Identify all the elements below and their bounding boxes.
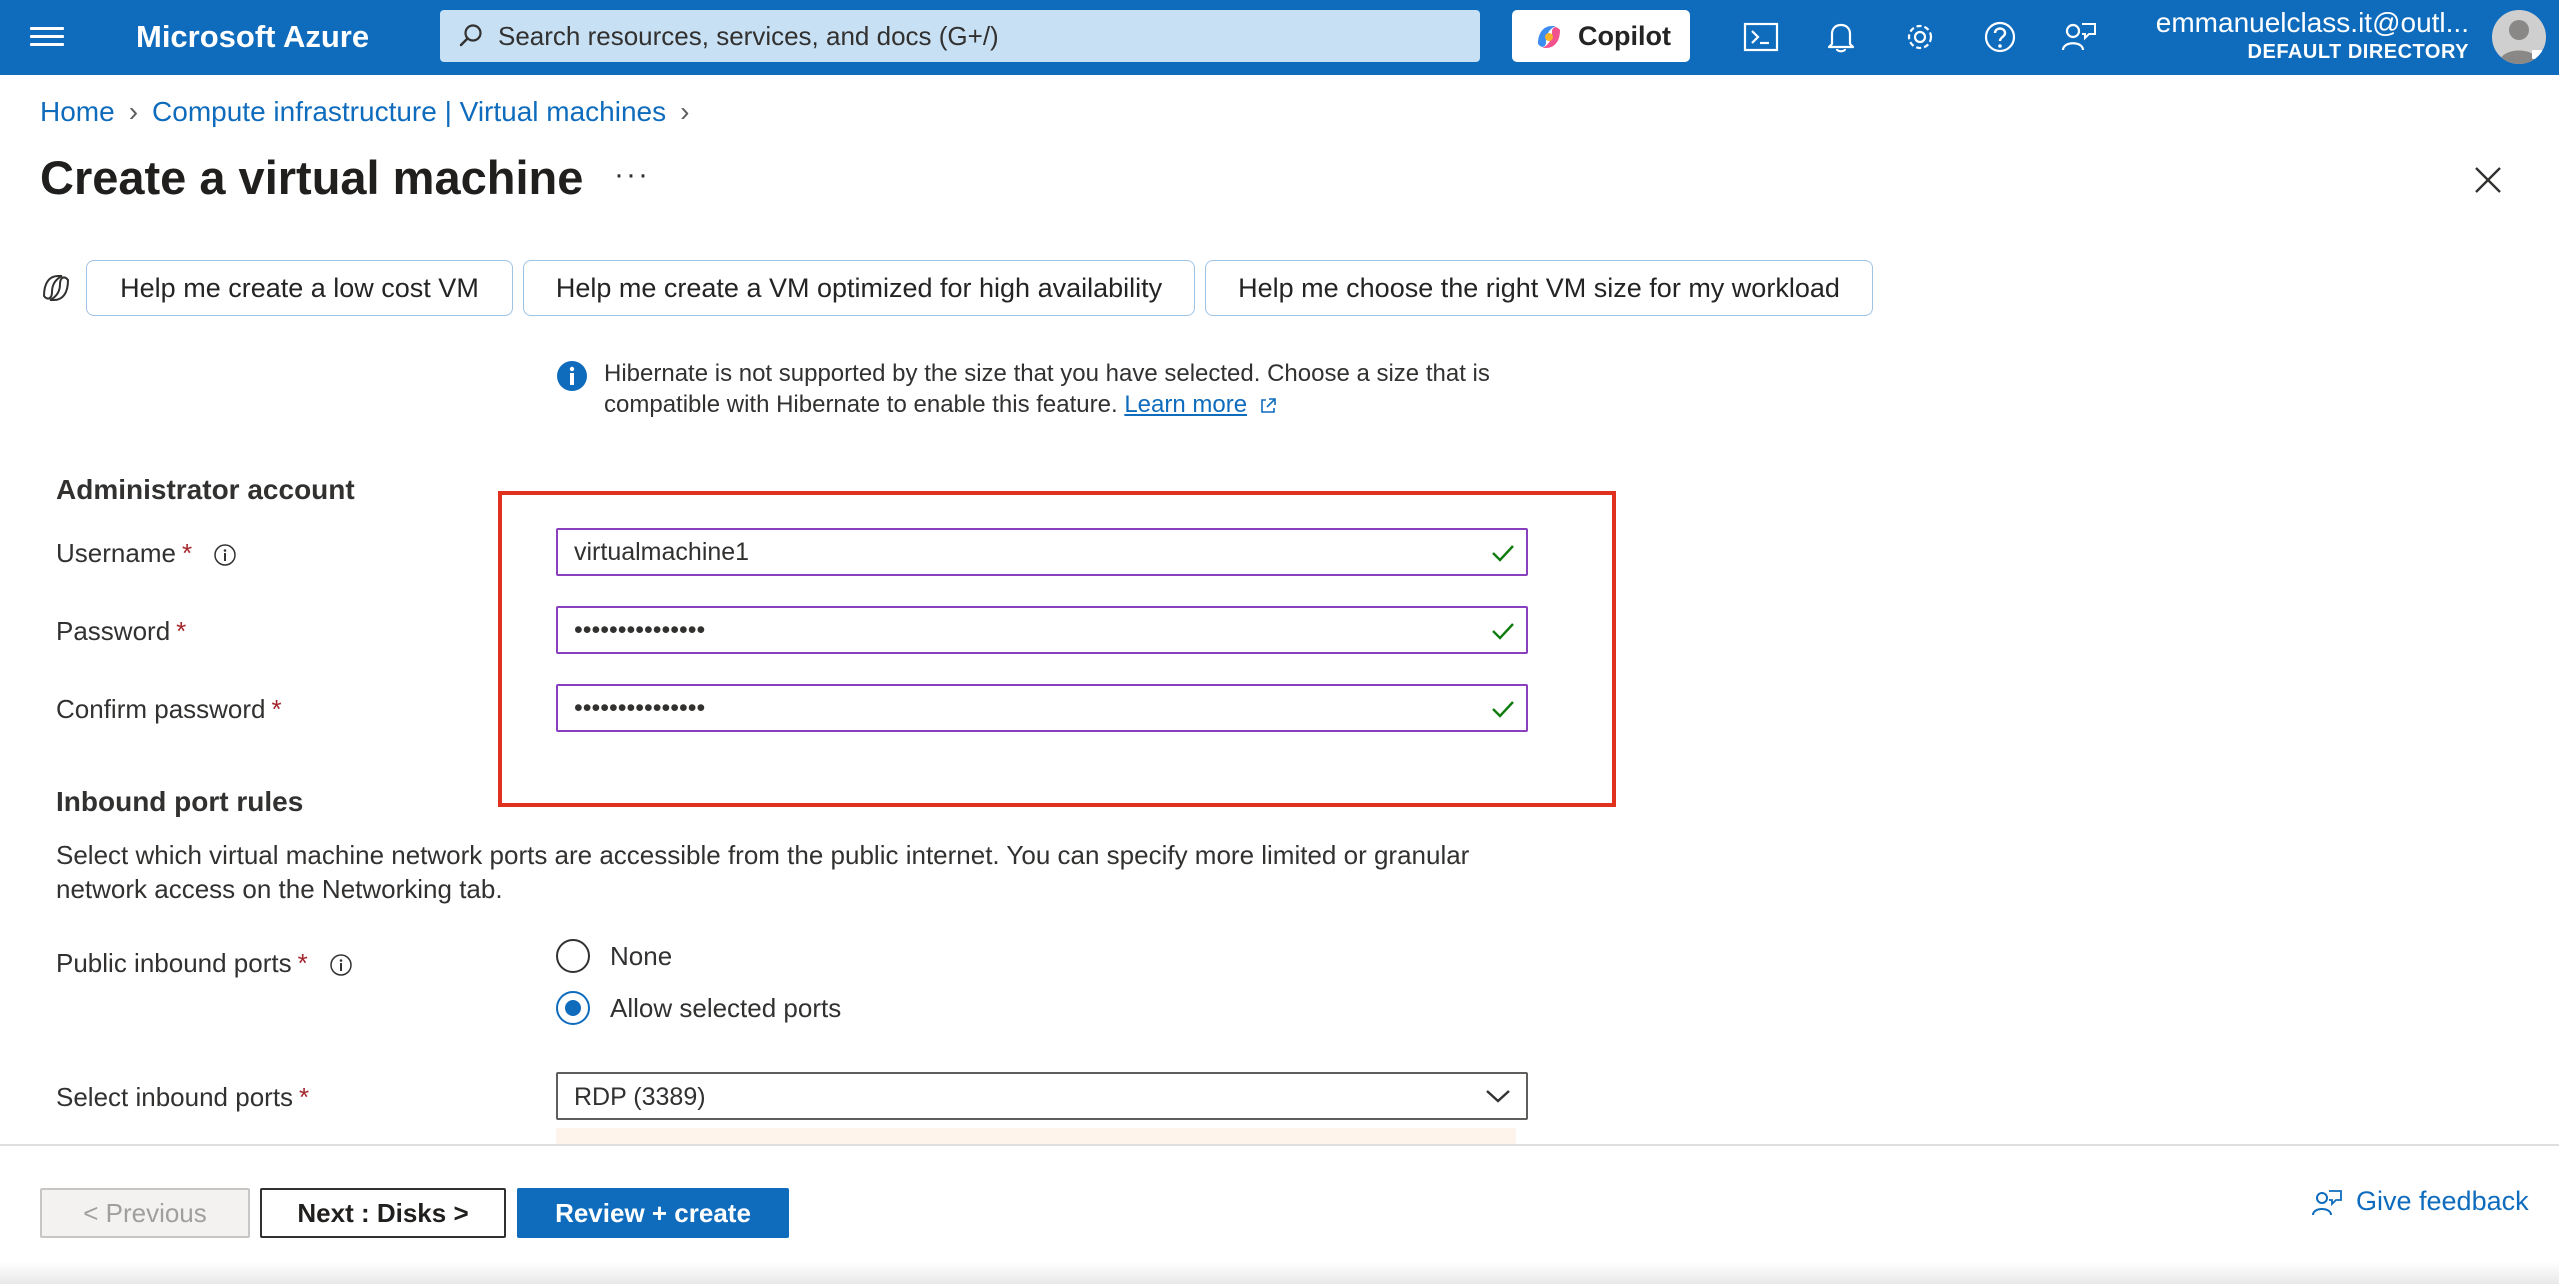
info-message-text: Hibernate is not supported by the size t… xyxy=(604,360,1490,418)
page-title: Create a virtual machine xyxy=(40,151,584,204)
check-icon xyxy=(1492,701,1514,718)
username-input[interactable] xyxy=(574,530,1454,574)
required-mark: * xyxy=(299,1082,310,1112)
avatar-icon[interactable] xyxy=(2492,10,2546,64)
select-inbound-ports-label: Select inbound ports * xyxy=(56,1082,309,1113)
password-input[interactable] xyxy=(574,608,1454,652)
gear-icon[interactable] xyxy=(1899,16,1941,58)
required-mark: * xyxy=(176,616,187,646)
breadcrumb-chevron-icon: › xyxy=(680,96,690,127)
inbound-port-rules-heading: Inbound port rules xyxy=(56,786,304,817)
username-label-text: Username xyxy=(56,538,176,568)
confirm-password-label: Confirm password * xyxy=(56,694,282,725)
password-label: Password * xyxy=(56,616,186,647)
copilot-icon xyxy=(1538,26,1560,48)
hibernate-info-message: Hibernate is not supported by the size t… xyxy=(604,358,1504,420)
external-link-icon[interactable] xyxy=(1258,396,1278,416)
suggestion-high-availability-vm[interactable]: Help me create a VM optimized for high a… xyxy=(523,260,1195,316)
chevron-down-icon xyxy=(1486,1090,1510,1103)
info-tooltip-icon[interactable] xyxy=(329,953,353,977)
radio-allow-selected-ports-label: Allow selected ports xyxy=(610,993,842,1023)
check-icon xyxy=(1492,545,1514,562)
breadcrumb-chevron-icon: › xyxy=(128,96,139,127)
previous-button[interactable]: < Previous xyxy=(40,1188,250,1238)
next-disks-button[interactable]: Next : Disks > xyxy=(260,1188,506,1238)
copilot-icon xyxy=(42,275,70,301)
inbound-ports-dropdown[interactable]: RDP (3389) xyxy=(556,1072,1528,1120)
more-options-icon[interactable]: ··· xyxy=(614,158,650,192)
copilot-label: Copilot xyxy=(1578,21,1671,51)
account-menu[interactable]: emmanuelclass.it@outl... DEFAULT DIRECTO… xyxy=(2156,6,2469,64)
breadcrumb: Home › Compute infrastructure | Virtual ma… xyxy=(40,94,703,130)
close-icon[interactable] xyxy=(2470,162,2506,198)
give-feedback-link[interactable]: Give feedback xyxy=(2310,1186,2529,1220)
global-search[interactable] xyxy=(440,10,1480,62)
required-mark: * xyxy=(271,694,282,724)
learn-more-link[interactable]: Learn more xyxy=(1124,391,1247,418)
confirm-password-label-text: Confirm password xyxy=(56,694,266,724)
required-mark: * xyxy=(297,948,308,978)
confirm-password-input[interactable] xyxy=(574,686,1454,730)
info-icon xyxy=(557,361,587,391)
help-icon[interactable] xyxy=(1979,16,2021,58)
hamburger-icon[interactable] xyxy=(30,22,64,52)
suggestion-vm-size[interactable]: Help me choose the right VM size for my … xyxy=(1205,260,1873,316)
account-email: emmanuelclass.it@outl... xyxy=(2155,7,2469,38)
account-directory: DEFAULT DIRECTORY xyxy=(2247,41,2469,63)
public-inbound-ports-label: Public inbound ports * xyxy=(56,948,353,979)
administrator-account-heading: Administrator account xyxy=(56,474,355,505)
search-icon xyxy=(459,24,482,47)
check-icon xyxy=(1492,623,1514,640)
bell-icon[interactable] xyxy=(1820,16,1862,58)
username-field[interactable] xyxy=(556,528,1528,576)
confirm-password-field[interactable] xyxy=(556,684,1528,732)
window-bottom-edge xyxy=(0,1262,2559,1284)
search-input[interactable] xyxy=(498,10,1458,62)
radio-none-label: None xyxy=(610,941,673,971)
suggestion-low-cost-vm[interactable]: Help me create a low cost VM xyxy=(86,260,513,316)
public-inbound-ports-label-text: Public inbound ports xyxy=(56,948,292,978)
info-tooltip-icon[interactable] xyxy=(213,543,237,567)
give-feedback-label: Give feedback xyxy=(2356,1186,2529,1217)
breadcrumb-home[interactable]: Home xyxy=(40,96,115,127)
feedback-icon[interactable] xyxy=(2058,16,2100,58)
inbound-ports-selected-value: RDP (3389) xyxy=(574,1083,706,1111)
password-label-text: Password xyxy=(56,616,171,646)
top-bar: Microsoft Azure Copilot xyxy=(0,0,2559,75)
radio-none[interactable] xyxy=(556,939,590,973)
username-label: Username * xyxy=(56,538,237,569)
breadcrumb-virtual-machines[interactable]: Compute infrastructure | Virtual machine… xyxy=(152,96,666,127)
select-inbound-ports-label-text: Select inbound ports xyxy=(56,1082,294,1112)
required-mark: * xyxy=(181,538,193,568)
password-field[interactable] xyxy=(556,606,1528,654)
copilot-button[interactable]: Copilot xyxy=(1512,10,1690,62)
review-create-button[interactable]: Review + create xyxy=(517,1188,789,1238)
radio-allow-selected-ports[interactable] xyxy=(556,991,590,1025)
brand-title[interactable]: Microsoft Azure xyxy=(136,18,369,56)
feedback-icon xyxy=(2312,1190,2342,1216)
inbound-port-rules-description: Select which virtual machine network por… xyxy=(56,840,1470,904)
cloud-shell-icon[interactable] xyxy=(1740,16,1782,58)
